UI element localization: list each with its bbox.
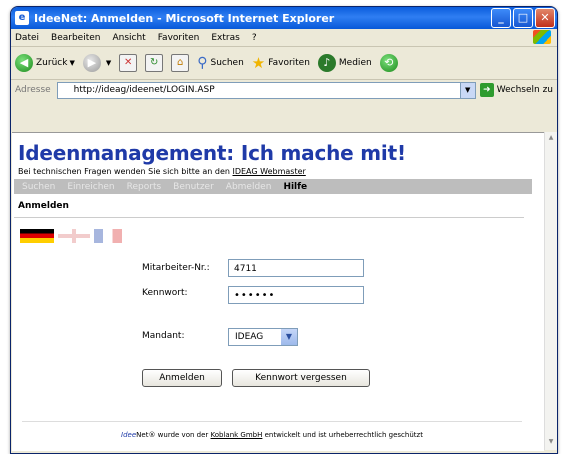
stop-icon: ✕: [119, 54, 138, 72]
nav-abmelden[interactable]: Abmelden: [226, 182, 272, 192]
minimize-button[interactable]: _: [491, 8, 511, 28]
back-label: Zurück: [36, 58, 68, 68]
footer: IdeeNet® wurde von der Koblank GmbH entw…: [12, 431, 532, 439]
password-input[interactable]: ••••••: [228, 286, 364, 304]
forward-button[interactable]: ▶ ▼: [82, 54, 112, 72]
screen: e IdeeNet: Anmelden - Microsoft Internet…: [0, 0, 568, 454]
ie-app-icon: e: [15, 11, 29, 25]
employee-number-input[interactable]: 4711: [228, 259, 364, 277]
menu-bearbeiten[interactable]: Bearbeiten: [51, 33, 100, 43]
client-label: Mandant:: [142, 331, 185, 341]
employee-label: Mitarbeiter-Nr.:: [142, 263, 210, 273]
search-icon: ⚲: [197, 55, 208, 71]
history-button[interactable]: ⟲: [379, 54, 401, 72]
page-title: Ideenmanagement: Ich mache mit!: [18, 141, 406, 165]
back-button[interactable]: ◀ Zurück ▼: [15, 54, 75, 72]
client-select[interactable]: IDEAG ▼: [228, 328, 298, 346]
address-url: http://ideag/ideenet/LOGIN.ASP: [73, 85, 215, 95]
section-heading: Anmelden: [18, 201, 69, 211]
go-arrow-icon: ➜: [479, 83, 494, 97]
forward-arrow-icon: ▶: [82, 54, 101, 72]
back-arrow-icon: ◀: [15, 54, 33, 72]
forgot-password-button[interactable]: Kennwort vergessen: [232, 369, 370, 387]
footer-text-2: entwickelt und ist urheberrechtlich gesc…: [264, 431, 423, 439]
password-label: Kennwort:: [142, 288, 188, 298]
star-icon: ★: [251, 54, 266, 72]
nav-reports[interactable]: Reports: [127, 182, 162, 192]
footer-text-1: Net® wurde von der: [136, 431, 209, 439]
chevron-down-icon[interactable]: ▼: [459, 82, 475, 98]
favorites-label: Favoriten: [268, 58, 310, 68]
nav-bar: Suchen Einreichen Reports Benutzer Abmel…: [14, 179, 532, 194]
windows-logo-icon: [533, 30, 551, 44]
scroll-up-icon[interactable]: ▲: [546, 134, 556, 144]
home-button[interactable]: ⌂: [171, 54, 190, 72]
search-button[interactable]: ⚲ Suchen: [197, 55, 244, 71]
address-input[interactable]: http://ideag/ideenet/LOGIN.ASP ▼: [56, 81, 476, 99]
chevron-down-icon: ▼: [105, 59, 112, 67]
menu-datei[interactable]: Datei: [15, 33, 39, 43]
flag-german-icon[interactable]: [20, 229, 54, 243]
flag-french-icon[interactable]: [94, 229, 122, 243]
menu-bar: Datei Bearbeiten Ansicht Favoriten Extra…: [11, 29, 557, 47]
koblank-link[interactable]: Koblank GmbH: [211, 431, 263, 439]
media-button[interactable]: ♪ Medien: [317, 54, 372, 72]
title-bar[interactable]: e IdeeNet: Anmelden - Microsoft Internet…: [11, 7, 557, 29]
menu-extras[interactable]: Extras: [211, 33, 239, 43]
vertical-scrollbar[interactable]: ▲ ▼: [544, 132, 557, 450]
refresh-icon: ↻: [145, 54, 164, 72]
chevron-down-icon: ▼: [69, 59, 75, 67]
close-button[interactable]: ✕: [535, 8, 555, 28]
maximize-button[interactable]: □: [513, 8, 533, 28]
search-label: Suchen: [210, 58, 244, 68]
go-label: Wechseln zu: [496, 85, 553, 95]
address-bar: Adresse http://ideag/ideenet/LOGIN.ASP ▼…: [11, 80, 557, 100]
nav-suchen[interactable]: Suchen: [22, 182, 55, 192]
history-icon: ⟲: [379, 54, 398, 72]
nav-hilfe[interactable]: Hilfe: [283, 182, 307, 192]
flag-english-icon[interactable]: [58, 229, 90, 243]
client-select-value: IDEAG: [235, 332, 264, 342]
chevron-down-icon: ▼: [281, 329, 297, 345]
menu-help[interactable]: ?: [252, 33, 257, 43]
favorites-button[interactable]: ★ Favoriten: [252, 54, 310, 72]
media-label: Medien: [338, 58, 372, 68]
scroll-down-icon[interactable]: ▼: [546, 438, 556, 448]
refresh-button[interactable]: ↻: [145, 54, 164, 72]
media-icon: ♪: [317, 54, 336, 72]
stop-button[interactable]: ✕: [119, 54, 138, 72]
window-title: IdeeNet: Anmelden - Microsoft Internet E…: [34, 11, 335, 25]
go-button[interactable]: ➜ Wechseln zu: [479, 83, 553, 97]
support-hint-text: Bei technischen Fragen wenden Sie sich b…: [18, 167, 230, 176]
address-label: Adresse: [15, 85, 51, 95]
webmaster-link[interactable]: IDEAG Webmaster: [232, 167, 305, 176]
menu-favoriten[interactable]: Favoriten: [158, 33, 200, 43]
nav-benutzer[interactable]: Benutzer: [173, 182, 214, 192]
page-content: Ideenmanagement: Ich mache mit! Bei tech…: [12, 132, 544, 451]
home-icon: ⌂: [171, 54, 190, 72]
footer-brand: Idee: [121, 431, 137, 439]
divider: [14, 217, 524, 218]
menu-ansicht[interactable]: Ansicht: [112, 33, 145, 43]
language-flags: [20, 229, 126, 243]
login-button[interactable]: Anmelden: [142, 369, 222, 387]
support-hint: Bei technischen Fragen wenden Sie sich b…: [18, 167, 306, 176]
nav-einreichen[interactable]: Einreichen: [67, 182, 114, 192]
footer-divider: [22, 421, 522, 422]
toolbar: ◀ Zurück ▼ ▶ ▼ ✕ ↻ ⌂ ⚲ Suchen ★ Favorite…: [11, 47, 557, 80]
